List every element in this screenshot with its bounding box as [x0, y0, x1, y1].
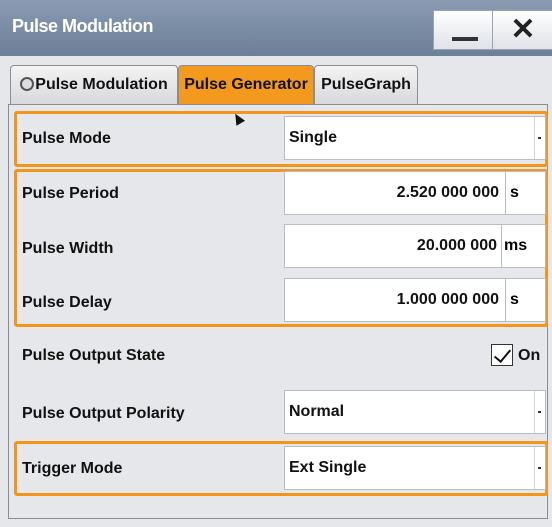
- pulse-mode-select[interactable]: Single: [284, 116, 546, 160]
- output-state-checkbox[interactable]: [491, 344, 513, 366]
- window-title: Pulse Modulation: [12, 16, 154, 36]
- tab-pulse-graph[interactable]: PulseGraph: [314, 65, 418, 105]
- trigger-mode-label: Trigger Mode: [22, 460, 123, 477]
- pulse-delay-input[interactable]: 1.000 000 000: [284, 278, 506, 322]
- pulse-output-polarity-value: Normal: [289, 403, 345, 420]
- pulse-period-label: Pulse Period: [22, 185, 119, 202]
- chevron-down-icon: [534, 391, 545, 433]
- pulse-width-value: 20.000 000: [416, 237, 497, 254]
- tab-pulse-generator[interactable]: Pulse Generator: [178, 65, 314, 105]
- chevron-down-icon: [534, 117, 545, 159]
- pulse-delay-value: 1.000 000 000: [396, 291, 499, 308]
- pulse-period-value: 2.520 000 000: [396, 184, 499, 201]
- close-button[interactable]: ✕: [492, 10, 552, 50]
- pulse-width-label: Pulse Width: [22, 240, 114, 257]
- title-bar: Pulse Modulation ✕: [0, 0, 552, 56]
- minimize-button[interactable]: [433, 10, 495, 50]
- radio-icon: [20, 77, 35, 91]
- output-state-on-label: On: [518, 347, 541, 364]
- tab-pulse-modulation[interactable]: Pulse Modulation: [10, 65, 178, 105]
- pulse-period-unit: s: [510, 184, 519, 201]
- pulse-width-unit: ms: [504, 237, 528, 254]
- pulse-output-state-label: Pulse Output State: [22, 347, 166, 364]
- pulse-delay-unit: s: [510, 291, 519, 308]
- pulse-mode-value: Single: [289, 129, 338, 146]
- minimize-icon: [452, 37, 478, 41]
- tab-label: PulseGraph: [321, 76, 411, 93]
- pulse-delay-label: Pulse Delay: [22, 294, 112, 311]
- pulse-width-unit-select[interactable]: ms: [501, 224, 546, 268]
- pulse-period-unit-select[interactable]: s: [505, 171, 546, 215]
- pulse-output-polarity-select[interactable]: Normal: [284, 390, 546, 434]
- close-icon: ✕: [510, 13, 536, 46]
- trigger-mode-value: Ext Single: [289, 459, 367, 476]
- tab-label: Pulse Modulation: [35, 76, 168, 93]
- pulse-width-input[interactable]: 20.000 000: [284, 224, 502, 268]
- pulse-modulation-window: Pulse Modulation ✕ Pulse Modulation Puls…: [0, 0, 552, 527]
- trigger-mode-select[interactable]: Ext Single: [284, 446, 546, 490]
- chevron-down-icon: [534, 447, 545, 489]
- pulse-delay-unit-select[interactable]: s: [505, 278, 546, 322]
- pulse-mode-label: Pulse Mode: [22, 130, 111, 147]
- tab-label: Pulse Generator: [184, 76, 308, 93]
- pulse-output-polarity-label: Pulse Output Polarity: [22, 405, 185, 422]
- pulse-period-input[interactable]: 2.520 000 000: [284, 171, 506, 215]
